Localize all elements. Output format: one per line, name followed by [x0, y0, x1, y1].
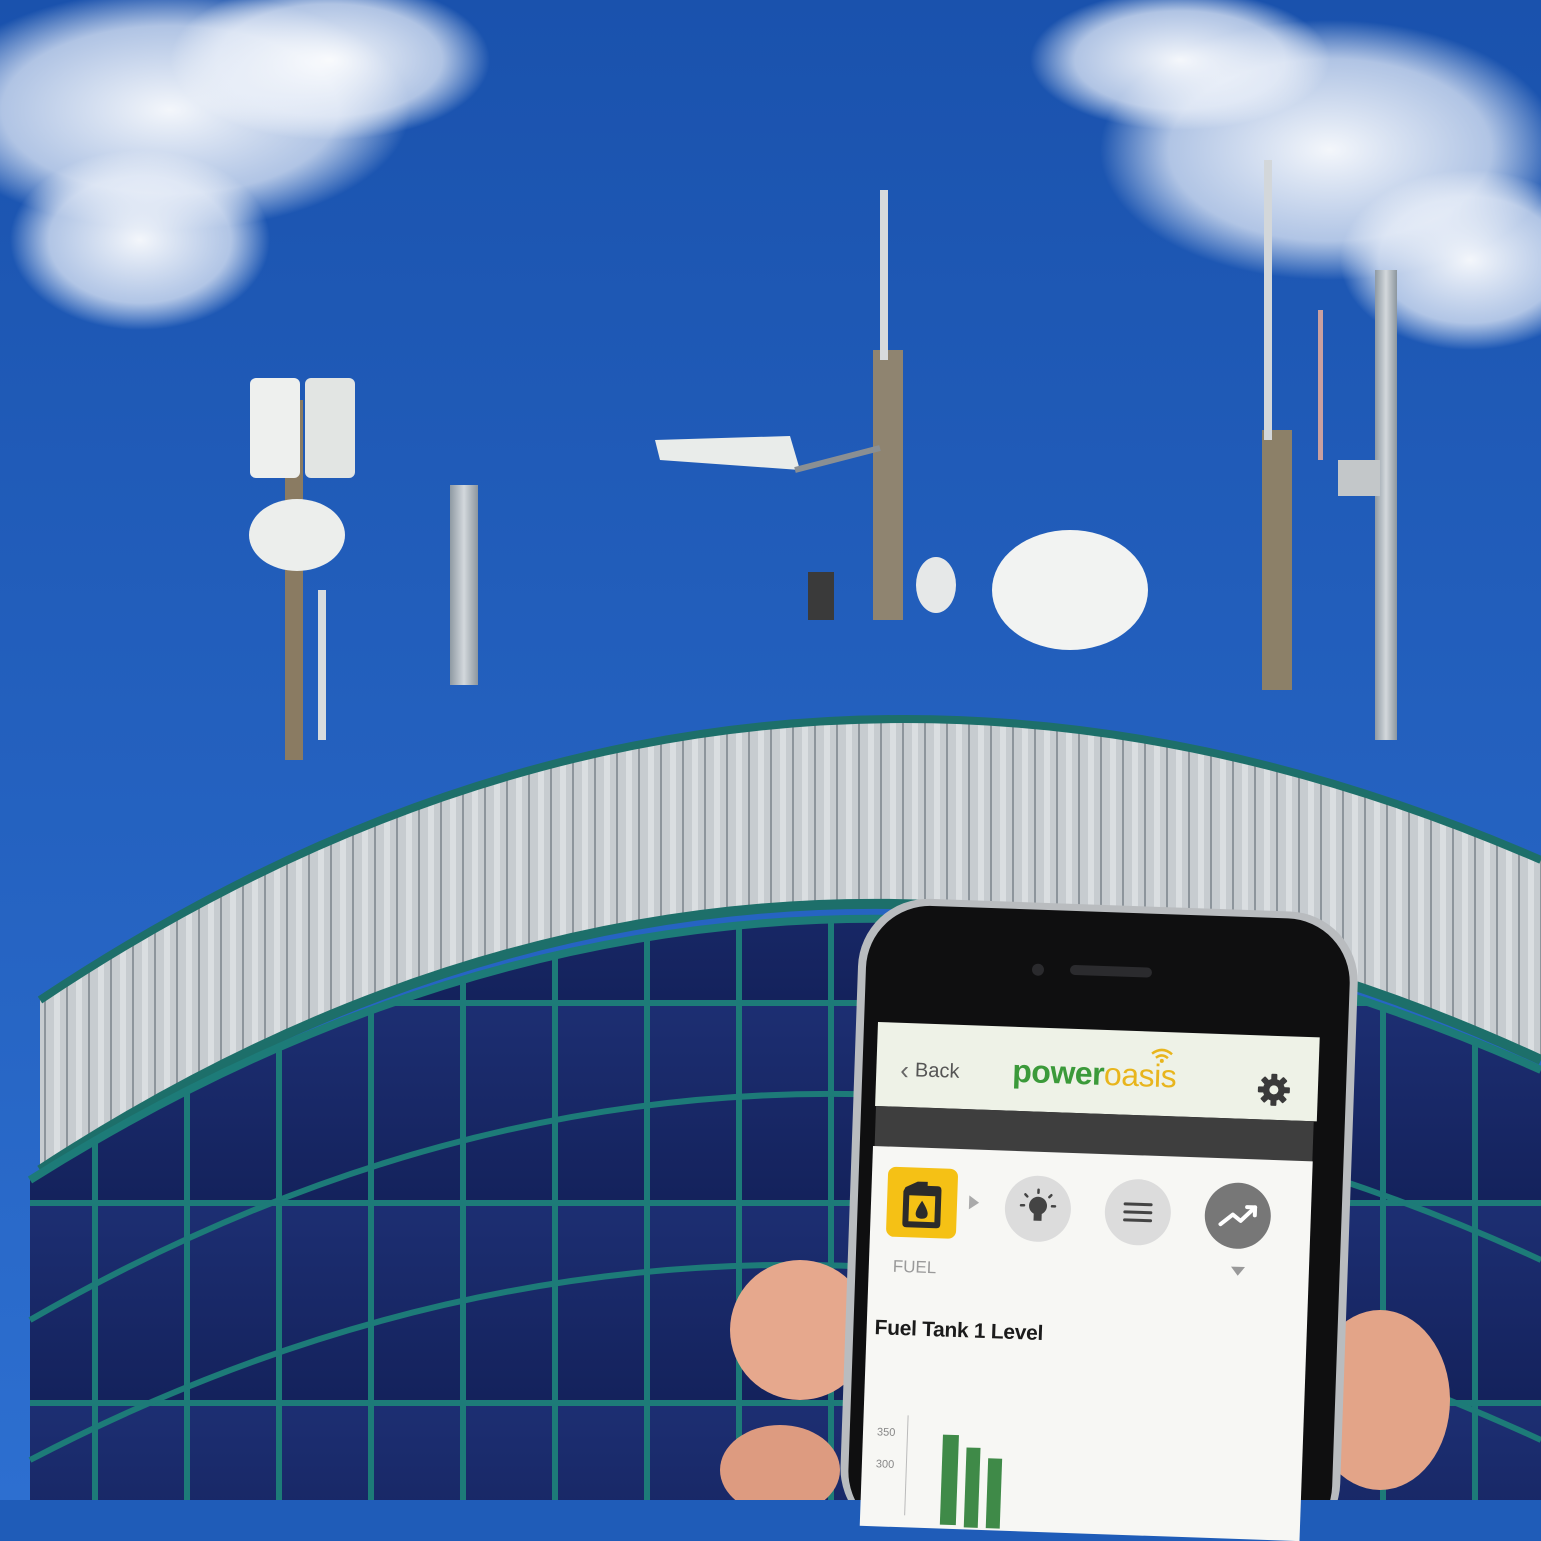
app-header: ‹ Back poweroasis [875, 1022, 1320, 1121]
fuel-tile-button[interactable] [886, 1167, 958, 1239]
chevron-left-icon: ‹ [900, 1057, 910, 1083]
gear-icon[interactable] [1255, 1071, 1292, 1108]
y-tick-label: 350 [877, 1426, 896, 1439]
y-tick-label: 300 [876, 1458, 895, 1471]
wifi-signal-icon [1149, 1045, 1176, 1064]
background-photo [0, 0, 1541, 1500]
lightbulb-button[interactable] [1004, 1175, 1072, 1243]
chart-title: Fuel Tank 1 Level [874, 1316, 1043, 1346]
selection-arrow-icon [969, 1195, 979, 1209]
chart-bar [986, 1458, 1002, 1528]
app-body: FUEL [860, 1146, 1313, 1541]
trend-chart-icon [1204, 1182, 1272, 1250]
trend-chart-button[interactable] [1204, 1182, 1272, 1250]
chart-bar [940, 1435, 959, 1526]
back-label: Back [915, 1059, 960, 1084]
fuel-tile-label: FUEL [892, 1257, 936, 1279]
fuel-can-icon [886, 1167, 958, 1239]
dropdown-arrow-icon [1231, 1267, 1245, 1276]
back-button[interactable]: ‹ Back [900, 1057, 960, 1085]
list-menu-button[interactable] [1104, 1178, 1172, 1246]
lightbulb-icon [1004, 1175, 1072, 1243]
chart-y-axis [904, 1415, 908, 1515]
chart-bar [964, 1447, 981, 1527]
list-menu-icon [1104, 1178, 1172, 1246]
